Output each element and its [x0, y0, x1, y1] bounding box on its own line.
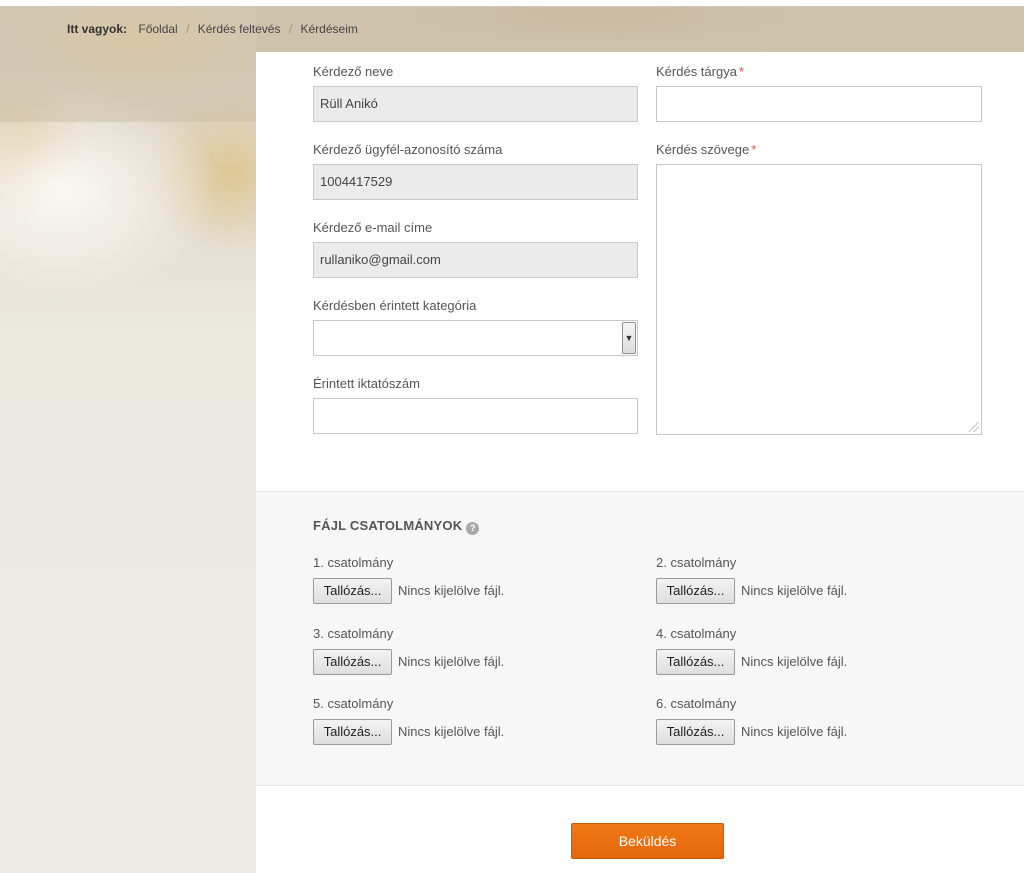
attachment-2-browse-button[interactable]: Tallózás...	[656, 578, 735, 604]
client-id-label: Kérdező ügyfél-azonosító száma	[313, 142, 503, 157]
attachment-6-browse-button[interactable]: Tallózás...	[656, 719, 735, 745]
attachment-6-label: 6. csatolmány	[656, 696, 737, 711]
attachment-4-status: Nincs kijelölve fájl.	[741, 654, 848, 669]
question-text-area[interactable]	[656, 164, 982, 435]
resize-grip-icon[interactable]	[969, 422, 979, 432]
breadcrumb-separator: /	[288, 22, 293, 36]
subject-label: Kérdés tárgya *	[656, 64, 744, 79]
attachment-3-browse-button[interactable]: Tallózás...	[313, 649, 392, 675]
attachment-4-browse-button[interactable]: Tallózás...	[656, 649, 735, 675]
attachment-1-status: Nincs kijelölve fájl.	[398, 583, 505, 598]
attachment-1-browse-button[interactable]: Tallózás...	[313, 578, 392, 604]
attachment-6-status: Nincs kijelölve fájl.	[741, 724, 848, 739]
attachment-4-label: 4. csatolmány	[656, 626, 737, 641]
category-label: Kérdésben érintett kategória	[313, 298, 477, 313]
attachment-3-status: Nincs kijelölve fájl.	[398, 654, 505, 669]
attachment-2-status: Nincs kijelölve fájl.	[741, 583, 848, 598]
name-field: Rüll Anikó	[313, 86, 638, 122]
breadcrumb-lead: Itt vagyok:	[67, 22, 128, 36]
email-label: Kérdező e-mail címe	[313, 220, 433, 235]
question-form-panel: Kérdező neve Rüll Anikó Kérdező ügyfél-a…	[256, 52, 1024, 873]
required-marker: *	[738, 64, 744, 79]
attachments-title: FÁJL CSATOLMÁNYOK?	[313, 518, 480, 535]
chevron-down-icon[interactable]: ▼	[622, 322, 636, 354]
required-marker: *	[751, 142, 757, 157]
filing-number-input[interactable]	[313, 398, 638, 434]
email-field: rullaniko@gmail.com	[313, 242, 638, 278]
attachments-section: FÁJL CSATOLMÁNYOK? 1. csatolmány Tallózá…	[256, 491, 1024, 786]
attachment-2-label: 2. csatolmány	[656, 555, 737, 570]
filing-number-label: Érintett iktatószám	[313, 376, 420, 391]
attachment-1-label: 1. csatolmány	[313, 555, 394, 570]
breadcrumb-separator: /	[186, 22, 190, 36]
subject-input[interactable]	[656, 86, 982, 122]
help-icon[interactable]: ?	[466, 522, 480, 535]
background-band-top	[256, 7, 1024, 52]
breadcrumb-link-home[interactable]: Főoldal	[138, 22, 177, 36]
question-text-label: Kérdés szövege *	[656, 142, 756, 157]
attachment-5-browse-button[interactable]: Tallózás...	[313, 719, 392, 745]
breadcrumb: Itt vagyok: Főoldal / Kérdés feltevés / …	[67, 22, 358, 38]
attachment-5-label: 5. csatolmány	[313, 696, 394, 711]
breadcrumb-link-ask-question[interactable]: Kérdés feltevés	[198, 22, 281, 36]
client-id-field: 1004417529	[313, 164, 638, 200]
name-label: Kérdező neve	[313, 64, 394, 79]
question-text-label-text: Kérdés szövege	[656, 142, 750, 157]
attachment-5-status: Nincs kijelölve fájl.	[398, 724, 505, 739]
breadcrumb-current-my-questions[interactable]: Kérdéseim	[301, 22, 358, 36]
attachment-3-label: 3. csatolmány	[313, 626, 394, 641]
category-select[interactable]: ▼	[313, 320, 638, 356]
attachments-title-text: FÁJL CSATOLMÁNYOK	[313, 518, 463, 533]
submit-button[interactable]: Beküldés	[571, 823, 724, 859]
top-bar	[0, 0, 1024, 7]
subject-label-text: Kérdés tárgya	[656, 64, 737, 79]
